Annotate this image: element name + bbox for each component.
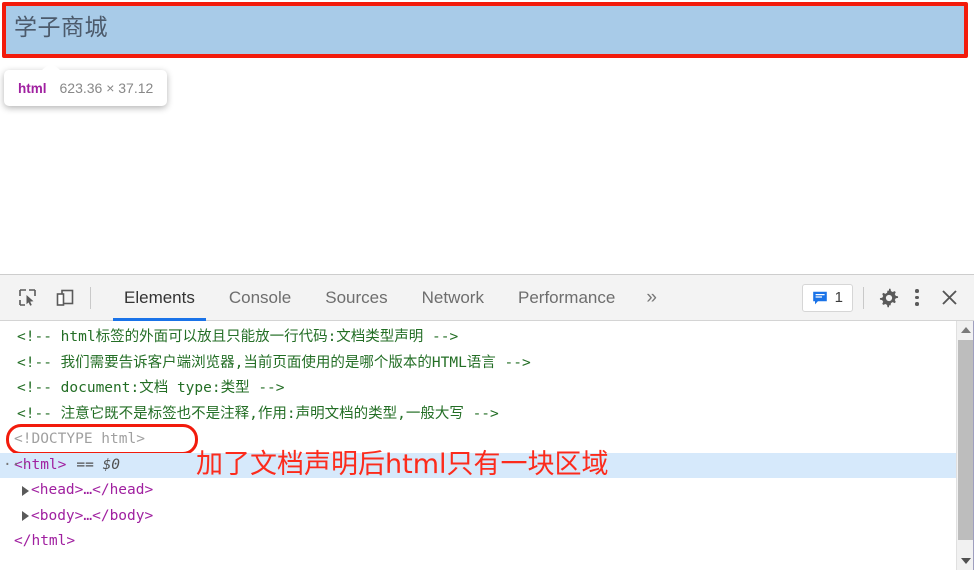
page-heading: 学子商城	[14, 15, 108, 41]
body-tag: <body>…</body>	[31, 507, 154, 524]
tab-elements[interactable]: Elements	[107, 275, 212, 321]
rendered-page-area: 学子商城 html 623.36 × 37.12	[0, 0, 974, 274]
kebab-menu-icon[interactable]	[904, 285, 930, 311]
device-toolbar-icon[interactable]	[50, 283, 80, 313]
kebab-dot	[915, 289, 919, 293]
scrollbar-down-arrow-icon[interactable]	[957, 552, 974, 570]
comment-text: <!-- 我们需要告诉客户端浏览器,当前页面使用的是哪个版本的HTML语言 --…	[17, 354, 531, 371]
dom-tree: <!-- html标签的外面可以放且只能放一行代码:文档类型声明 --> <!-…	[0, 321, 956, 570]
expand-ellipsis-icon[interactable]: ···	[3, 453, 29, 479]
scrollbar-thumb[interactable]	[958, 340, 974, 540]
kebab-dot	[915, 302, 919, 306]
dom-line-comment[interactable]: <!-- 我们需要告诉客户端浏览器,当前页面使用的是哪个版本的HTML语言 --…	[0, 351, 956, 377]
gear-icon[interactable]	[874, 283, 904, 313]
element-highlight-overlay	[2, 2, 968, 58]
tooltip-arrow-icon	[42, 62, 60, 70]
html-close-tag: </html>	[14, 533, 76, 549]
tab-overflow-chevron-icon[interactable]: »	[632, 275, 671, 321]
comment-text: <!-- 注意它既不是标签也不是注释,作用:声明文档的类型,一般大写 -->	[17, 405, 499, 422]
toolbar-divider	[90, 286, 91, 309]
tab-overflow-label: »	[646, 286, 657, 308]
tooltip-dimensions: 623.36 × 37.12	[59, 80, 154, 96]
devtools-tab-list: Elements Console Sources Network Perform…	[107, 275, 671, 321]
tab-elements-label: Elements	[124, 287, 195, 307]
comment-text: <!-- document:文档 type:类型 -->	[17, 380, 285, 396]
dom-line-html-close[interactable]: </html>	[0, 529, 956, 555]
selected-node-marker: == $0	[76, 456, 121, 473]
message-count-label: 1	[834, 289, 843, 306]
elements-dom-tree-container: <!-- html标签的外面可以放且只能放一行代码:文档类型声明 --> <!-…	[0, 321, 974, 570]
head-tag: <head>…</head>	[31, 482, 154, 498]
message-count-badge[interactable]: 1	[801, 283, 853, 312]
devtools-panel: Elements Console Sources Network Perform…	[0, 274, 974, 570]
dom-tree-scrollbar[interactable]	[956, 321, 974, 570]
tab-performance-label: Performance	[517, 287, 616, 307]
expand-triangle-icon[interactable]	[22, 511, 29, 522]
screenshot-root: 学子商城 html 623.36 × 37.12 Elements Consol…	[0, 0, 974, 570]
close-icon[interactable]	[934, 283, 964, 313]
tab-network[interactable]: Network	[405, 275, 501, 321]
inspect-element-icon[interactable]	[12, 283, 42, 313]
dom-line-comment[interactable]: <!-- 注意它既不是标签也不是注释,作用:声明文档的类型,一般大写 -->	[0, 402, 956, 428]
comment-text: <!-- html标签的外面可以放且只能放一行代码:文档类型声明 -->	[17, 329, 459, 345]
tooltip-tag-name: html	[18, 80, 47, 96]
dom-line-comment[interactable]: <!-- html标签的外面可以放且只能放一行代码:文档类型声明 -->	[0, 325, 956, 351]
red-annotation-text: 加了文档声明后html只有一块区域	[196, 448, 609, 480]
dom-line-html-open[interactable]: ··· <html> == $0 加了文档声明后html只有一块区域	[0, 448, 956, 480]
tab-console[interactable]: Console	[212, 275, 308, 321]
tab-console-label: Console	[228, 287, 292, 307]
message-bubble-icon	[812, 291, 827, 304]
tab-sources-label: Sources	[325, 287, 388, 307]
tab-network-label: Network	[421, 287, 484, 307]
inspector-tooltip: html 623.36 × 37.12	[4, 62, 168, 106]
expand-triangle-icon[interactable]	[22, 485, 29, 496]
dom-line-comment[interactable]: <!-- document:文档 type:类型 -->	[0, 376, 956, 402]
tab-performance[interactable]: Performance	[501, 275, 632, 321]
dom-line-head[interactable]: <head>…</head>	[0, 478, 956, 504]
kebab-dot	[915, 295, 919, 300]
dom-line-body[interactable]: <body>…</body>	[0, 504, 956, 530]
scrollbar-up-arrow-icon[interactable]	[957, 321, 974, 339]
devtools-toolbar: Elements Console Sources Network Perform…	[0, 275, 974, 321]
doctype-text: <!DOCTYPE html>	[14, 431, 145, 447]
toolbar-right-group: 1	[801, 283, 974, 313]
toolbar-divider-right	[863, 286, 864, 309]
tab-sources[interactable]: Sources	[308, 275, 404, 321]
